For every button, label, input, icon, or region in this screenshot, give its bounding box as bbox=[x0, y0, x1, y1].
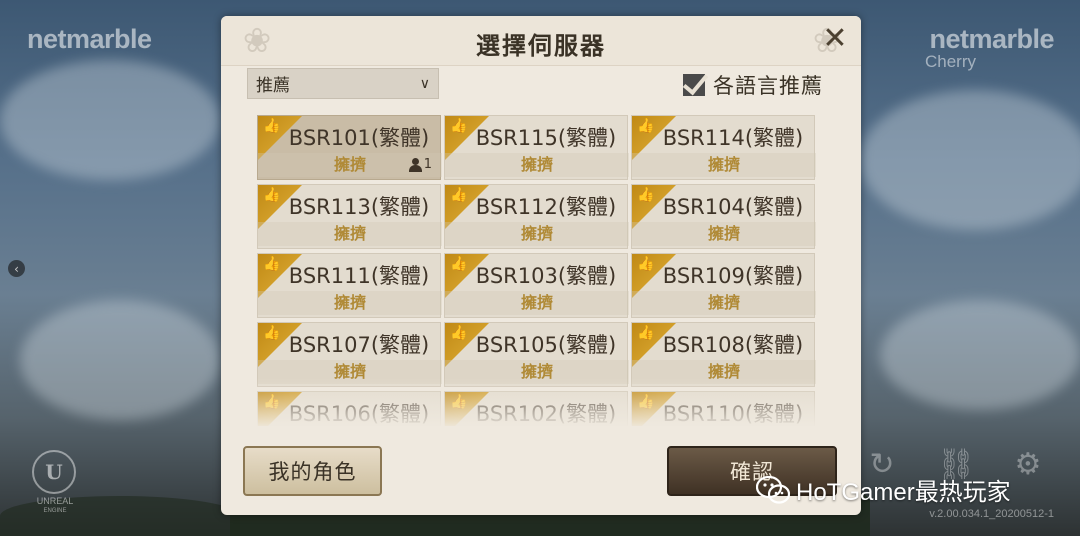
side-collapse-arrow-icon[interactable]: ‹ bbox=[8, 260, 25, 277]
server-status: 擁擠 bbox=[632, 222, 816, 246]
close-icon[interactable]: ✕ bbox=[819, 24, 851, 56]
server-card[interactable]: 👍 BSR105(繁體) 擁擠 bbox=[444, 322, 629, 387]
server-name: BSR105(繁體) bbox=[475, 333, 617, 357]
filter-dropdown[interactable]: 推薦 ∨ bbox=[247, 68, 439, 99]
server-name: BSR101(繁體) bbox=[288, 126, 430, 150]
server-status: 擁擠 bbox=[632, 360, 816, 384]
server-card[interactable]: 👍 BSR113(繁體) 擁擠 bbox=[257, 184, 442, 249]
netmarble-logo-left: netmarble bbox=[27, 24, 152, 54]
server-name: BSR106(繁體) bbox=[288, 402, 430, 426]
server-card[interactable]: 👍 BSR107(繁體) 擁擠 bbox=[257, 322, 442, 387]
character-count-value: 1 bbox=[423, 157, 432, 172]
unreal-engine-text: UNREAL bbox=[36, 496, 74, 506]
server-name: BSR112(繁體) bbox=[475, 195, 617, 219]
background-cloud bbox=[20, 300, 220, 420]
server-card[interactable]: 👍 BSR103(繁體) 擁擠 bbox=[444, 253, 629, 318]
wechat-watermark: HoTGamer最热玩家 bbox=[756, 472, 1011, 507]
unreal-engine-label: UNREAL ENGINE bbox=[26, 496, 84, 516]
server-card[interactable]: 👍 BSR110(繁體) bbox=[631, 391, 815, 426]
filter-selected-value: 推薦 bbox=[256, 76, 290, 96]
server-name: BSR108(繁體) bbox=[662, 333, 804, 357]
my-characters-button[interactable]: 我的角色 bbox=[243, 446, 382, 496]
server-name: BSR107(繁體) bbox=[288, 333, 430, 357]
checkbox-checked-icon[interactable] bbox=[683, 74, 705, 96]
server-card[interactable]: 👍 BSR111(繁體) 擁擠 bbox=[257, 253, 442, 318]
unreal-engine-logo-icon: U bbox=[32, 450, 76, 494]
server-card[interactable]: 👍 BSR109(繁體) 擁擠 bbox=[631, 253, 816, 318]
chevron-down-icon: ∨ bbox=[419, 75, 430, 92]
dialog-header: ❀ ❀ 選擇伺服器 ✕ bbox=[221, 16, 861, 66]
version-label: v.2.00.034.1_20200512-1 bbox=[929, 508, 1054, 520]
server-card[interactable]: 👍 BSR101(繁體) 擁擠 1 bbox=[257, 115, 442, 180]
server-card[interactable]: 👍 BSR112(繁體) 擁擠 bbox=[444, 184, 629, 249]
server-card[interactable]: 👍 BSR106(繁體) bbox=[257, 391, 441, 426]
server-name: BSR104(繁體) bbox=[662, 195, 804, 219]
server-card[interactable]: 👍 BSR115(繁體) 擁擠 bbox=[444, 115, 629, 180]
dialog-title: 選擇伺服器 bbox=[476, 32, 606, 60]
watermark-text: HoTGamer最热玩家 bbox=[796, 479, 1011, 506]
server-name: BSR113(繁體) bbox=[288, 195, 430, 219]
server-list[interactable]: 👍 BSR101(繁體) 擁擠 1 👍 BSR115(繁體) 擁擠 👍 BSR114(繁體) 擁擠… bbox=[243, 108, 837, 426]
server-name: BSR102(繁體) bbox=[475, 402, 617, 426]
server-status: 擁擠 bbox=[258, 222, 442, 246]
server-status: 擁擠 bbox=[445, 360, 629, 384]
netmarble-logo-right: netmarble bbox=[929, 24, 1054, 54]
person-icon bbox=[408, 157, 422, 172]
server-card[interactable]: 👍 BSR102(繁體) bbox=[444, 391, 628, 426]
server-status: 擁擠 bbox=[445, 291, 629, 315]
server-status: 擁擠 bbox=[445, 222, 629, 246]
server-name: BSR109(繁體) bbox=[662, 264, 804, 288]
server-status: 擁擠 bbox=[632, 153, 816, 177]
server-name: BSR115(繁體) bbox=[475, 126, 617, 150]
gear-icon[interactable]: ⚙ bbox=[1010, 446, 1046, 482]
server-status: 擁擠 bbox=[258, 360, 442, 384]
server-status: 擁擠 bbox=[632, 291, 816, 315]
language-recommend-label: 各語言推薦 bbox=[713, 74, 823, 98]
server-card[interactable]: 👍 BSR114(繁體) 擁擠 bbox=[631, 115, 816, 180]
background-cloud bbox=[860, 90, 1080, 230]
server-card[interactable]: 👍 BSR104(繁體) 擁擠 bbox=[631, 184, 816, 249]
server-name: BSR110(繁體) bbox=[662, 402, 804, 426]
background-cloud bbox=[0, 60, 220, 180]
background-cloud bbox=[880, 300, 1080, 410]
server-status: 擁擠 bbox=[258, 291, 442, 315]
server-card[interactable]: 👍 BSR108(繁體) 擁擠 bbox=[631, 322, 816, 387]
character-count: 1 bbox=[408, 157, 432, 172]
language-recommend-toggle[interactable]: 各語言推薦 bbox=[683, 70, 823, 100]
unreal-engine-subtext: ENGINE bbox=[43, 508, 67, 514]
cherry-label: Cherry bbox=[924, 52, 976, 71]
wechat-icon bbox=[756, 475, 790, 504]
server-name: BSR114(繁體) bbox=[662, 126, 804, 150]
server-grid: 👍 BSR101(繁體) 擁擠 1 👍 BSR115(繁體) 擁擠 👍 BSR114(繁體) 擁擠… bbox=[243, 108, 837, 426]
server-name: BSR103(繁體) bbox=[475, 264, 617, 288]
server-name: BSR111(繁體) bbox=[288, 264, 430, 288]
server-status: 擁擠 bbox=[445, 153, 629, 177]
server-select-dialog: ❀ ❀ 選擇伺服器 ✕ 推薦 ∨ 各語言推薦 👍 BSR101(繁體) 擁擠 1 👍 BS… bbox=[221, 16, 861, 515]
